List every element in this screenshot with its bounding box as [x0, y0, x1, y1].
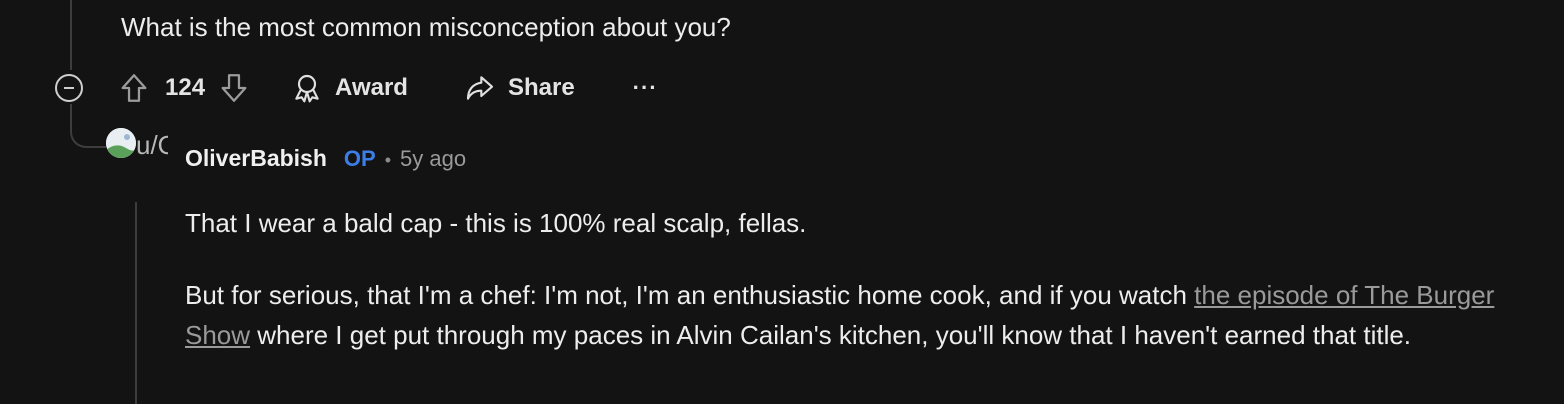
share-icon: [464, 72, 508, 104]
vote-score: 124: [165, 74, 206, 101]
reply-paragraph: But for serious, that I'm a chef: I'm no…: [185, 275, 1525, 355]
share-button[interactable]: Share: [464, 72, 575, 104]
reply-thread-line[interactable]: [135, 202, 137, 404]
avatar-alt-text: u/OliverBabish: [136, 130, 168, 160]
collapse-icon[interactable]: [55, 74, 83, 102]
award-button[interactable]: Award: [291, 72, 408, 104]
more-options-button[interactable]: ···: [633, 75, 658, 101]
share-label: Share: [507, 74, 575, 101]
thread-line: [70, 0, 72, 70]
thread-elbow: [70, 104, 106, 148]
reply-paragraph: That I wear a bald cap - this is 100% re…: [185, 208, 807, 238]
reply-meta: OliverBabish OP • 5y ago: [185, 145, 466, 175]
op-badge: OP: [343, 146, 376, 171]
meta-separator: •: [384, 150, 391, 170]
upvote-icon[interactable]: [117, 71, 151, 105]
comment-timestamp[interactable]: 5y ago: [400, 146, 466, 172]
reply-text: But for serious, that I'm a chef: I'm no…: [185, 280, 1195, 310]
author-username[interactable]: OliverBabish: [185, 145, 327, 172]
parent-comment-text: What is the most common misconception ab…: [121, 12, 731, 42]
reply-text: where I get put through my paces in Alvi…: [250, 320, 1412, 350]
avatar[interactable]: [106, 128, 136, 158]
comment-action-bar: 124 Award Share ···: [55, 68, 658, 108]
reply-body: That I wear a bald cap - this is 100% re…: [185, 203, 1525, 355]
award-label: Award: [335, 74, 408, 101]
award-icon: [291, 72, 335, 104]
downvote-icon[interactable]: [217, 71, 251, 105]
